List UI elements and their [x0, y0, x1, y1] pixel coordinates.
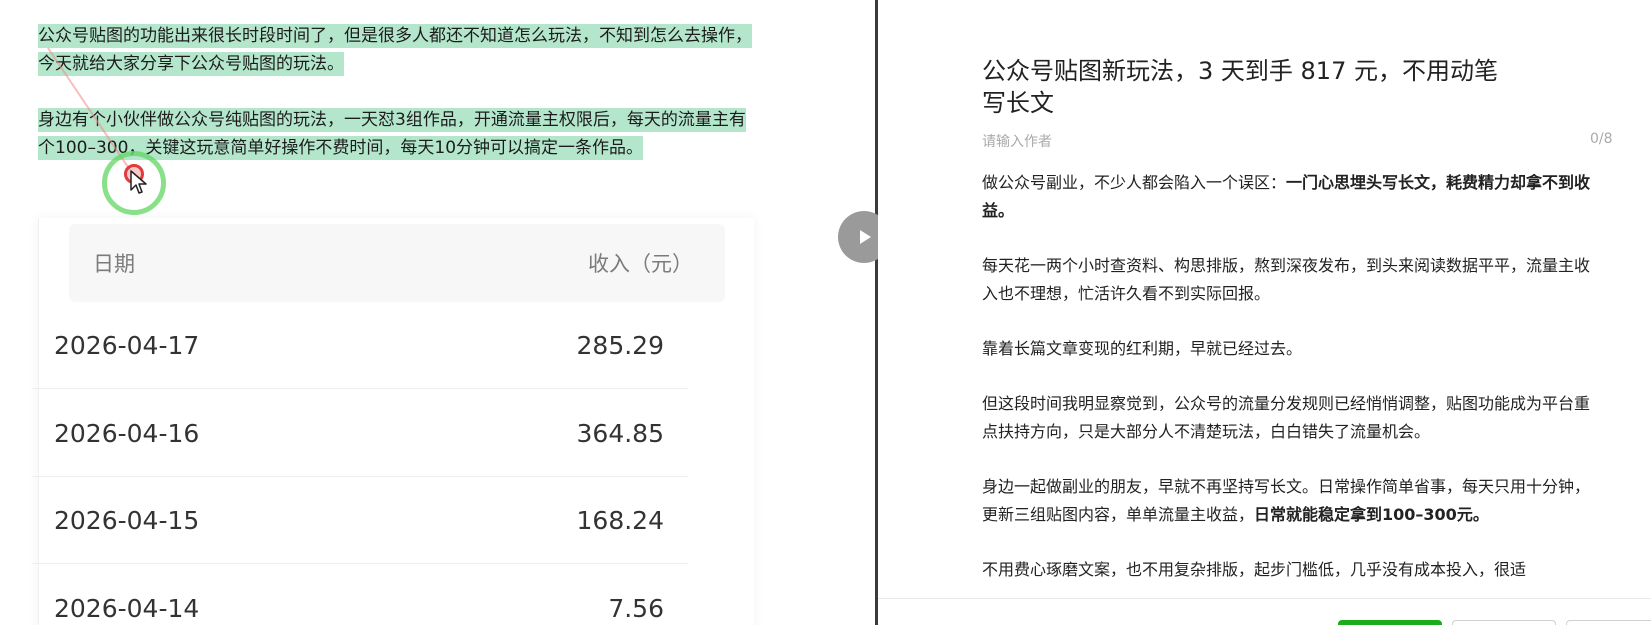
row-income: 7.56: [608, 593, 664, 623]
article-editor: 公众号贴图新玩法，3 天到手 817 元，不用动笔写长文 请输入作者 0/8 做…: [878, 0, 1651, 625]
footer-button[interactable]: [1566, 620, 1651, 625]
row-date: 2026-04-17: [54, 330, 200, 360]
row-date: 2026-04-14: [54, 593, 200, 623]
body-paragraph: 但这段时间我明显察觉到，公众号的流量分发规则已经悄悄调整，贴图功能成为平台重点扶…: [982, 394, 1591, 441]
table-row: 2026-04-17 285.29: [32, 302, 688, 389]
body-paragraph: 做公众号副业，不少人都会陷入一个误区：一门心思埋头写长文，耗费精力却拿不到收益。: [982, 169, 1596, 225]
header-date: 日期: [93, 252, 135, 276]
body-paragraph: 不用费心琢磨文案，也不用复杂排版，起步门槛低，几乎没有成本投入，很适: [982, 560, 1527, 579]
body-bold-text: 日常就能稳定拿到100–300元。: [1254, 505, 1489, 524]
table-row: 2026-04-15 168.24: [32, 477, 688, 564]
row-income: 285.29: [576, 330, 664, 360]
row-date: 2026-04-16: [54, 418, 200, 448]
body-paragraph: 身边一起做副业的朋友，早就不再坚持写长文。日常操作简单省事，每天只用十分钟，更新…: [982, 473, 1596, 529]
body-paragraph: 每天花一两个小时查资料、构思排版，熬到深夜发布，到头来阅读数据平平，流量主收入也…: [982, 256, 1591, 303]
table-row: 2026-04-14 7.56: [32, 565, 688, 625]
left-pane: 公众号贴图的功能出来很长时段时间了，但是很多人都还不知道怎么玩法，不知到怎么去操…: [0, 0, 875, 625]
author-input[interactable]: 请输入作者: [982, 131, 1052, 151]
footer-button[interactable]: [1452, 620, 1556, 625]
row-income: 364.85: [576, 418, 664, 448]
body-text: 做公众号副业，不少人都会陷入一个误区：: [982, 173, 1287, 192]
author-char-count: 0/8: [1590, 131, 1613, 147]
paragraph-1[interactable]: 公众号贴图的功能出来很长时段时间了，但是很多人都还不知道怎么玩法，不知到怎么去操…: [38, 22, 754, 78]
article-body[interactable]: 做公众号副业，不少人都会陷入一个误区：一门心思埋头写长文，耗费精力却拿不到收益。…: [982, 169, 1596, 611]
row-date: 2026-04-15: [54, 505, 200, 535]
body-paragraph: 靠着长篇文章变现的红利期，早就已经过去。: [982, 339, 1303, 358]
table-row: 2026-04-16 364.85: [32, 390, 688, 477]
publish-button[interactable]: [1338, 620, 1442, 625]
row-income: 168.24: [576, 505, 664, 535]
income-table-header: 日期 收入（元）: [69, 224, 725, 302]
mouse-pointer-icon: [130, 170, 147, 194]
paragraph-1-text: 公众号贴图的功能出来很长时段时间了，但是很多人都还不知道怎么玩法，不知到怎么去操…: [38, 24, 752, 76]
header-income: 收入（元）: [588, 252, 693, 276]
play-icon: [860, 230, 871, 244]
article-title[interactable]: 公众号贴图新玩法，3 天到手 817 元，不用动笔写长文: [982, 55, 1502, 119]
